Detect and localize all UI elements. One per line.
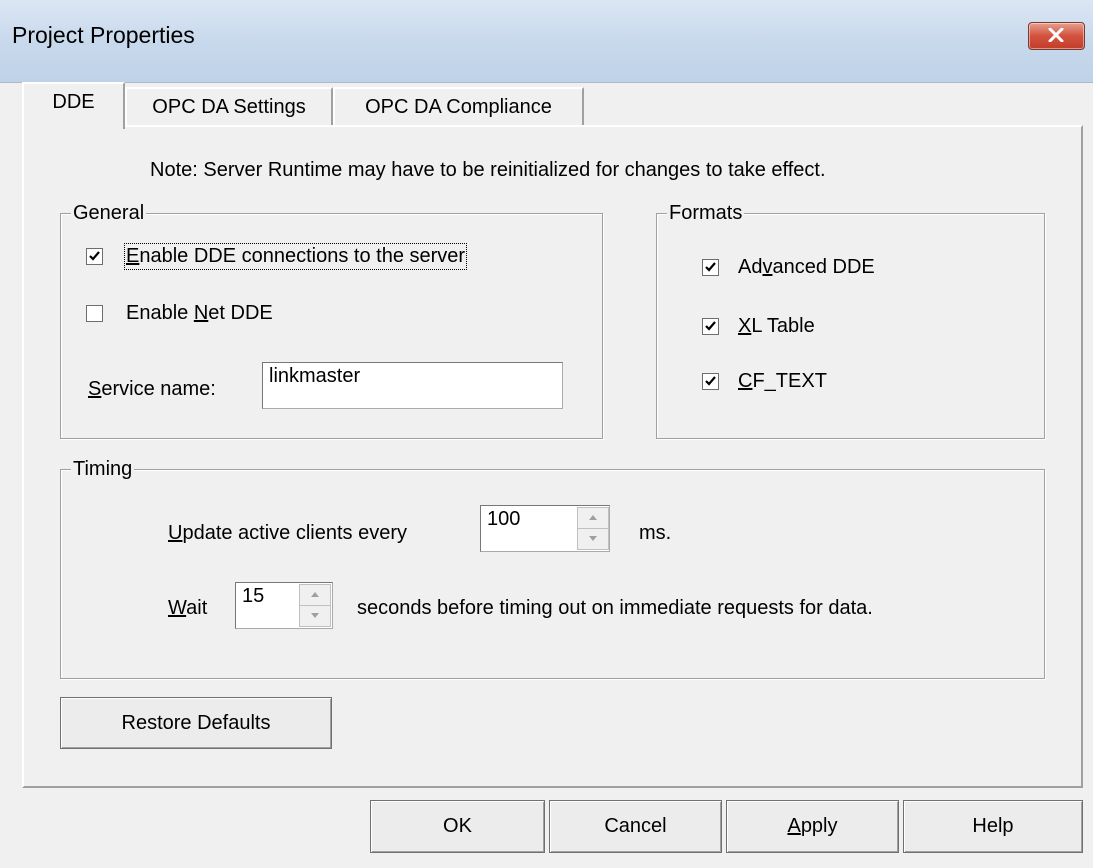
tab-opc-da-settings-label: OPC DA Settings [152,96,306,118]
update-unit-label: ms. [639,522,672,544]
enable-dde-label[interactable]: Enable DDE connections to the server [123,243,468,270]
update-interval-spinner[interactable] [577,507,609,550]
close-icon [1048,28,1064,42]
arrow-up-icon [589,515,597,520]
advanced-dde-label-pre: Ad [738,256,763,278]
arrow-up-icon [311,592,319,597]
help-button[interactable]: Help [903,800,1083,853]
cf-text-label-mnemonic: C [738,370,753,392]
note-text: Note: Server Runtime may have to be rein… [150,159,826,181]
checkmark-icon [705,376,716,386]
advanced-dde-label-mnemonic: v [762,256,773,278]
enable-net-dde-label[interactable]: Enable Net DDE [126,302,273,325]
update-clients-label: Update active clients every [168,522,407,545]
tab-dde-label: DDE [52,91,95,113]
service-name-label: Service name: [88,378,216,401]
cancel-button[interactable]: Cancel [549,800,722,853]
enable-dde-label-mnemonic: E [126,245,140,267]
service-name-label-post: ervice name: [101,378,216,400]
enable-dde-checkbox[interactable] [86,248,103,265]
arrow-down-icon [311,612,319,618]
tab-opc-da-compliance-label: OPC DA Compliance [365,96,552,118]
enable-dde-label-post: nable DDE connections to the server [139,245,466,267]
tab-opc-da-compliance[interactable]: OPC DA Compliance [333,87,584,125]
wait-seconds-spinner[interactable] [299,584,331,627]
checkmark-icon [705,262,716,272]
wait-label: Wait [168,597,207,620]
xl-table-label-mnemonic: X [738,315,752,337]
spin-up-button[interactable] [578,508,608,529]
wait-description-label: seconds before timing out on immediate r… [357,597,873,619]
checkmark-icon [89,251,100,261]
service-name-input[interactable]: linkmaster [262,362,563,409]
advanced-dde-label-post: anced DDE [772,256,875,278]
update-clients-label-mnemonic: U [168,522,183,544]
arrow-down-icon [589,535,597,541]
spin-down-button[interactable] [300,606,330,627]
enable-net-dde-label-pre: Enable [126,302,194,324]
xl-table-label[interactable]: XL Table [738,315,815,338]
xl-table-checkbox[interactable] [702,318,719,335]
general-group-title: General [71,201,147,225]
title-bar: Project Properties [0,0,1093,83]
xl-table-label-post: L Table [751,315,815,337]
apply-button[interactable]: Apply [726,800,899,853]
apply-label-post: pply [800,815,838,837]
wait-label-post: ait [186,597,208,619]
enable-net-dde-label-post: et DDE [208,302,273,324]
ok-button[interactable]: OK [370,800,545,853]
wait-label-mnemonic: W [168,597,187,619]
close-button[interactable] [1028,22,1085,50]
service-name-label-mnemonic: S [88,378,102,400]
enable-net-dde-label-mnemonic: N [193,302,209,324]
advanced-dde-label[interactable]: Advanced DDE [738,256,875,279]
tab-dde[interactable]: DDE [22,82,125,129]
formats-group-title: Formats [667,201,745,225]
spin-down-button[interactable] [578,529,608,550]
cf-text-label[interactable]: CF_TEXT [738,370,827,393]
update-clients-label-post: pdate active clients every [182,522,408,544]
cf-text-label-post: F_TEXT [752,370,827,392]
window-title: Project Properties [12,22,195,48]
apply-label-mnemonic: A [787,815,801,837]
enable-net-dde-checkbox[interactable] [86,305,103,322]
spin-up-button[interactable] [300,585,330,606]
tab-opc-da-settings[interactable]: OPC DA Settings [125,87,333,125]
checkmark-icon [705,321,716,331]
cf-text-checkbox[interactable] [702,373,719,390]
timing-group: Timing [60,457,1045,679]
restore-defaults-button[interactable]: Restore Defaults [60,697,332,749]
timing-group-title: Timing [71,457,135,481]
advanced-dde-checkbox[interactable] [702,259,719,276]
